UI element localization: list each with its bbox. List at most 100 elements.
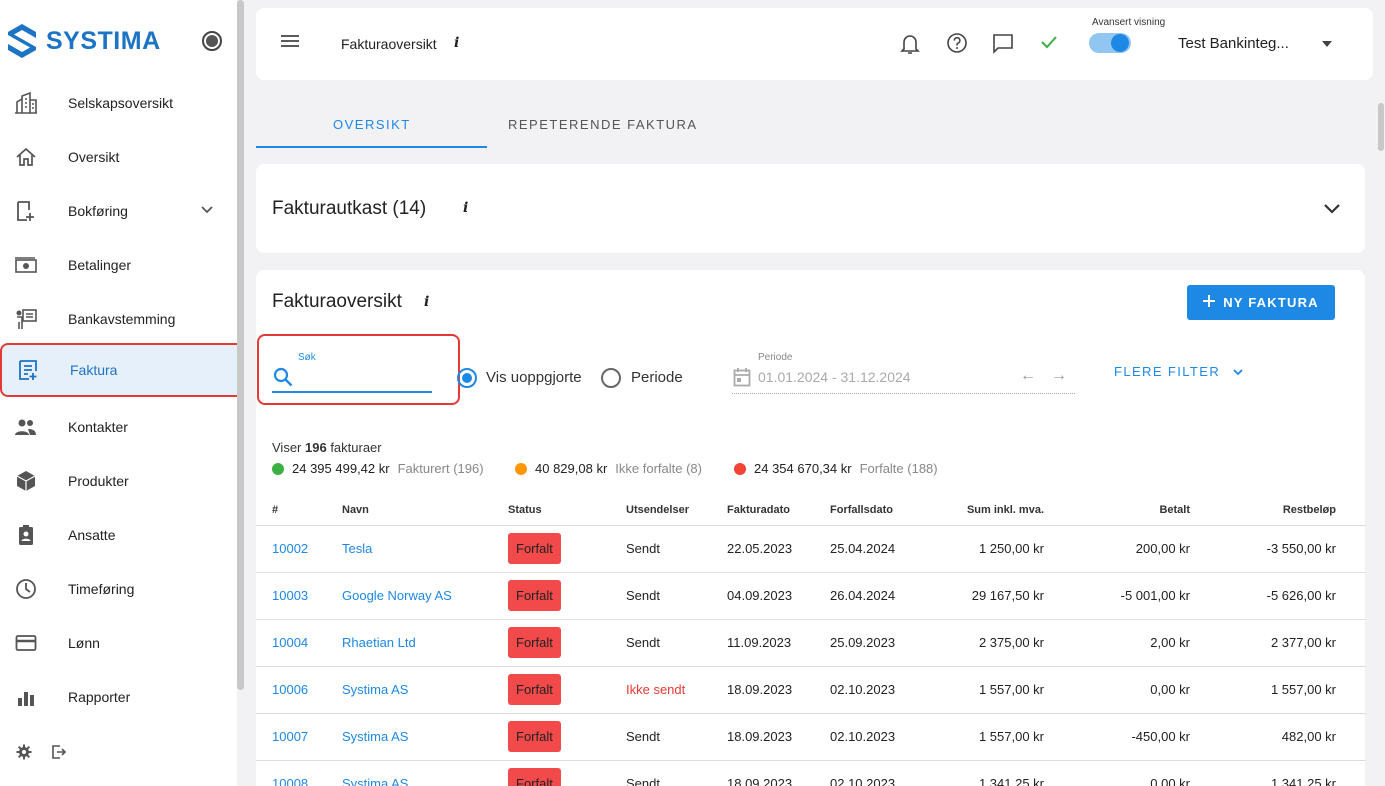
invoice-number[interactable]: 10004 [256,619,342,667]
search-icon [273,367,293,392]
col-sum[interactable]: Sum inkl. mva. [930,495,1044,526]
sidebar-item-faktura[interactable]: Faktura [0,343,244,397]
customer-name[interactable]: Systima AS [342,760,508,786]
check-icon[interactable] [1039,32,1059,57]
gear-icon[interactable] [16,744,32,765]
customer-name[interactable]: Tesla [342,525,508,573]
chevron-down-icon[interactable] [1323,202,1341,220]
radio-period-label[interactable]: Periode [631,369,683,386]
legend-amount: 40 829,08 kr [535,461,608,476]
invoice-count-text: Viser 196 fakturaer [272,440,382,455]
remaining-amount: 2 377,00 kr [1190,619,1336,667]
sidebar-item-ansatte[interactable]: Ansatte [0,508,244,562]
sidebar-item-label: Lønn [68,635,100,651]
radio-period[interactable] [601,368,621,388]
sidebar-item-produkter[interactable]: Produkter [0,454,244,508]
sidebar-item-kontakter[interactable]: Kontakter [0,400,244,454]
chevron-down-icon[interactable] [200,202,214,220]
sidebar-item-lonn[interactable]: Lønn [0,616,244,670]
invoice-number[interactable]: 10003 [256,572,342,620]
row-spacer [1336,713,1366,761]
legend-not-due[interactable]: 40 829,08 kr Ikke forfalte (8) [515,461,702,476]
due-date: 26.04.2024 [830,572,930,620]
invoice-count-suffix: fakturaer [326,440,382,455]
table-row[interactable]: 10003 Google Norway AS Forfalt Sendt 04.… [256,572,1366,620]
sidebar-item-rapporter[interactable]: Rapporter [0,670,244,724]
info-icon[interactable]: i [463,200,468,216]
col-due-date[interactable]: Forfallsdato [830,495,930,526]
legend-invoiced[interactable]: 24 395 499,42 kr Fakturert (196) [272,461,484,476]
chevron-down-icon[interactable] [1322,41,1332,47]
col-paid[interactable]: Betalt [1044,495,1190,526]
arrow-right-icon[interactable]: → [1051,367,1067,385]
sidebar-item-label: Selskapsoversikt [68,95,174,111]
radio-unsettled-label[interactable]: Vis uoppgjorte [486,369,582,386]
tab-oversikt[interactable]: OVERSIKT [333,117,411,132]
company-selector[interactable]: Test Bankinteg... [1178,35,1289,52]
invoice-number[interactable]: 10002 [256,525,342,573]
customer-name[interactable]: Rhaetian Ltd [342,619,508,667]
chat-icon[interactable] [992,32,1014,59]
invoice-number[interactable]: 10008 [256,760,342,786]
col-remaining[interactable]: Restbeløp [1190,495,1336,526]
invoice-number[interactable]: 10007 [256,713,342,761]
sidebar-item-bokforing[interactable]: Bokføring [0,184,244,238]
search-input[interactable] [298,366,430,390]
logout-icon[interactable] [50,744,67,765]
table-row[interactable]: 10006 Systima AS Forfalt Ikke sendt 18.0… [256,666,1366,714]
top-bar: Fakturaoversikt i Avansert visning Test … [256,8,1373,80]
status-badge: Forfalt [508,580,561,611]
arrow-left-icon[interactable]: ← [1020,367,1036,385]
col-dispatch[interactable]: Utsendelser [626,495,727,526]
sidebar-item-label: Bankavstemming [68,311,176,327]
table-row[interactable]: 10002 Tesla Forfalt Sendt 22.05.2023 25.… [256,525,1366,573]
period-input[interactable]: 01.01.2024 - 31.12.2024 [758,369,911,385]
info-icon[interactable]: i [454,35,459,51]
table-row[interactable]: 10004 Rhaetian Ltd Forfalt Sendt 11.09.2… [256,619,1366,667]
col-spacer [1336,495,1366,526]
legend-label: Fakturert (196) [397,461,484,476]
drafts-title: Fakturautkast (14) [272,198,427,219]
drafts-card[interactable]: Fakturautkast (14) i [256,164,1365,253]
col-status[interactable]: Status [508,495,626,526]
new-invoice-button[interactable]: NY FAKTURA [1187,285,1335,320]
main-scrollbar-thumb[interactable] [1378,103,1384,151]
products-icon [14,469,38,493]
legend-amount: 24 395 499,42 kr [292,461,390,476]
table-row[interactable]: 10008 Systima AS Forfalt Sendt 18.09.202… [256,760,1366,786]
brand-logo[interactable]: SYSTIMA [6,22,161,60]
sidebar-item-oversikt[interactable]: Oversikt [0,130,244,184]
radio-unsettled[interactable] [457,368,477,388]
bell-icon[interactable] [899,32,921,61]
sidebar-item-bankavstemming[interactable]: Bankavstemming [0,292,244,346]
info-icon[interactable]: i [424,294,429,310]
customer-name[interactable]: Systima AS [342,666,508,714]
row-spacer [1336,572,1366,620]
col-name[interactable]: Navn [342,495,508,526]
tab-repeterende-faktura[interactable]: REPETERENDE FAKTURA [508,117,698,132]
advanced-view-toggle[interactable] [1089,33,1131,53]
legend-label: Forfalte (188) [859,461,938,476]
customer-name[interactable]: Google Norway AS [342,572,508,620]
period-underline [732,393,1075,394]
table-row[interactable]: 10007 Systima AS Forfalt Sendt 18.09.202… [256,713,1366,761]
sidebar-item-betalinger[interactable]: Betalinger [0,238,244,292]
sidebar-scrollbar-thumb[interactable] [237,0,244,690]
invoice-number[interactable]: 10006 [256,666,342,714]
sidebar-collapse-toggle[interactable] [202,31,222,51]
status-badge: Forfalt [508,721,561,752]
hamburger-menu-icon[interactable] [280,33,300,54]
search-label: Søk [298,352,316,363]
sidebar-item-selskapsoversikt[interactable]: Selskapsoversikt [0,76,244,130]
sum-amount: 29 167,50 kr [930,572,1044,620]
dispatch-status: Sendt [626,760,727,786]
col-number[interactable]: # [256,495,342,526]
customer-name[interactable]: Systima AS [342,713,508,761]
calendar-icon[interactable] [733,367,751,392]
legend-overdue[interactable]: 24 354 670,34 kr Forfalte (188) [734,461,938,476]
col-invoice-date[interactable]: Fakturadato [727,495,830,526]
help-icon[interactable] [946,32,968,59]
sidebar-item-label: Bokføring [68,203,128,219]
sidebar-item-timeforing[interactable]: Timeføring [0,562,244,616]
more-filters-button[interactable]: FLERE FILTER [1114,364,1243,379]
